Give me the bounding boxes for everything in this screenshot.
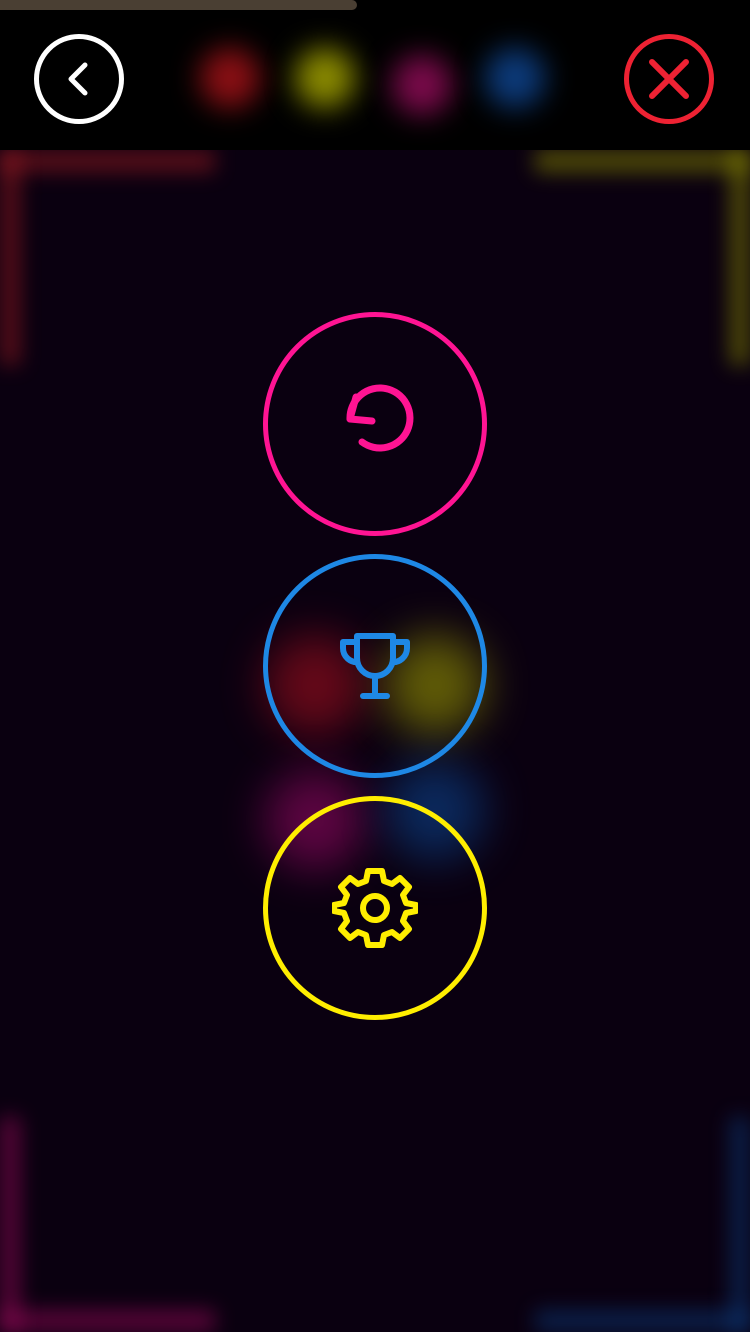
settings-button[interactable] [263,796,487,1020]
close-icon [649,59,689,99]
board-edge-yellow-top [535,150,750,172]
board-edge-yellow-right [730,150,750,365]
board-edge-red-left [0,150,20,365]
top-bar [0,0,750,150]
blurred-color-yellow [295,48,355,108]
trophy-icon [339,633,411,699]
level-progress-bar [0,0,357,10]
board-edge-red-top [0,150,215,172]
back-button[interactable] [34,34,124,124]
restart-icon [346,384,414,452]
board-edge-blue-right [730,1117,750,1332]
board-edge-blue-bottom [535,1310,750,1332]
board-edge-magenta-left [0,1117,20,1332]
game-pause-screen [0,0,750,1332]
chevron-left-icon [68,62,88,96]
close-button[interactable] [624,34,714,124]
blurred-color-red [200,48,260,108]
blurred-color-magenta [392,55,452,115]
gear-icon [332,868,418,948]
blurred-color-blue [485,48,545,108]
leaderboard-button[interactable] [263,554,487,778]
board-edge-magenta-bottom [0,1310,215,1332]
restart-button[interactable] [263,312,487,536]
